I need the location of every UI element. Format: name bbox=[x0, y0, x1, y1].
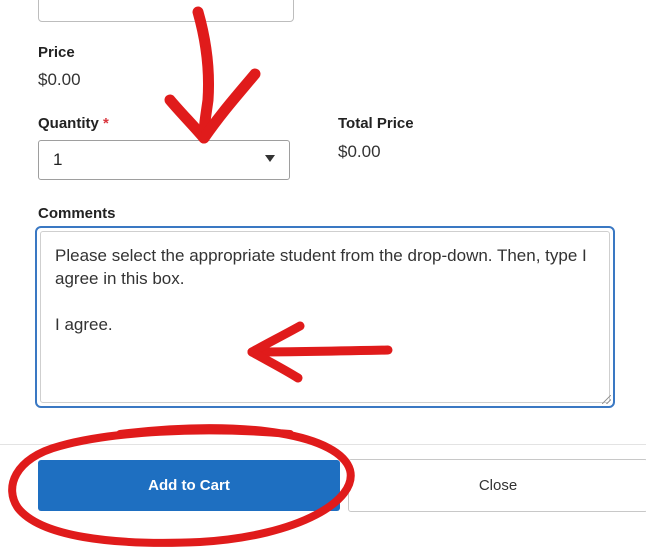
close-button[interactable]: Close bbox=[348, 459, 646, 512]
quantity-label-text: Quantity bbox=[38, 115, 99, 132]
comments-text[interactable]: Please select the appropriate student fr… bbox=[40, 231, 610, 403]
required-asterisk: * bbox=[103, 115, 109, 132]
comments-textarea[interactable]: Please select the appropriate student fr… bbox=[35, 226, 615, 408]
price-value: $0.00 bbox=[38, 70, 81, 89]
quantity-label: Quantity * bbox=[38, 115, 109, 132]
add-to-cart-button[interactable]: Add to Cart bbox=[38, 460, 340, 511]
quantity-selected-value: 1 bbox=[53, 150, 63, 169]
comments-label: Comments bbox=[38, 205, 116, 222]
total-price-value: $0.00 bbox=[338, 142, 381, 161]
red-arrow-down-icon bbox=[164, 6, 261, 144]
chevron-down-icon bbox=[265, 155, 275, 162]
previous-field-input[interactable] bbox=[38, 0, 294, 22]
price-label: Price bbox=[38, 44, 75, 61]
total-price-label: Total Price bbox=[338, 115, 414, 132]
resize-handle-icon[interactable] bbox=[602, 395, 611, 404]
footer-divider bbox=[0, 444, 646, 445]
quantity-select[interactable]: 1 bbox=[38, 140, 290, 180]
